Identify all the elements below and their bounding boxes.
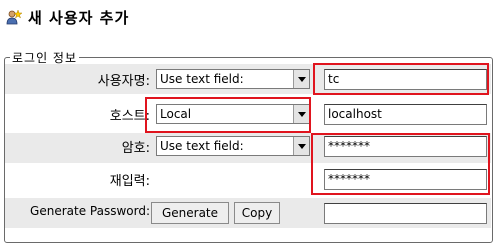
username-type-value: Use text field: <box>160 72 244 86</box>
host-input[interactable]: localhost <box>324 104 487 125</box>
password-type-select[interactable]: Use text field: <box>156 136 310 156</box>
username-highlight <box>313 63 489 95</box>
password-type-value: Use text field: <box>160 139 244 153</box>
host-input-value: localhost <box>328 107 382 121</box>
host-label: 호스트: <box>109 109 150 124</box>
chevron-down-icon[interactable] <box>293 70 309 88</box>
generate-button[interactable]: Generate <box>151 202 229 224</box>
host-highlight <box>145 97 311 133</box>
generate-password-row: Generate Password: Generate Copy <box>5 198 491 228</box>
username-label: 사용자명: <box>97 74 150 89</box>
password-highlight <box>311 133 490 195</box>
retype-label: 재입력: <box>109 174 150 189</box>
add-user-icon <box>6 9 22 25</box>
password-label: 암호: <box>121 141 150 156</box>
username-type-select[interactable]: Use text field: <box>156 69 310 89</box>
page-title: 새 사용자 추가 <box>28 8 130 27</box>
copy-button[interactable]: Copy <box>234 202 280 224</box>
chevron-down-icon[interactable] <box>293 137 309 155</box>
page-header: 새 사용자 추가 <box>6 4 129 30</box>
generated-password-input[interactable] <box>324 203 487 224</box>
generate-password-label: Generate Password: <box>30 204 150 218</box>
